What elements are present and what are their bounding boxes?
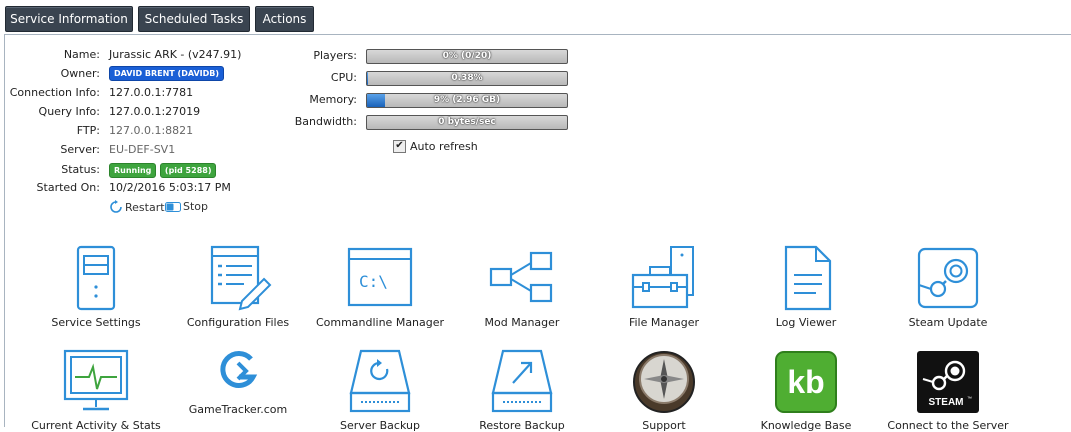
server-tower-icon xyxy=(76,245,116,311)
terminal-window-icon: C:\ xyxy=(347,247,413,307)
monitor-pulse-icon xyxy=(63,349,129,411)
kb-logo-icon: kb xyxy=(775,351,837,413)
config-file-pencil-icon xyxy=(210,245,272,311)
stop-label: Stop xyxy=(183,200,209,213)
bandwidth-meter-text: 0 bytes/sec xyxy=(438,117,496,127)
memory-meter-text: 9% (2.96 GB) xyxy=(433,95,501,105)
gametracker-logo-icon xyxy=(220,350,258,388)
tile-connect-to-server[interactable]: STEAM ™ Connect to the Server xyxy=(878,349,1018,432)
players-label: Players: xyxy=(313,49,357,62)
auto-refresh: ✔ Auto refresh xyxy=(393,140,478,153)
stop-button[interactable]: Stop xyxy=(165,200,208,213)
tile-configuration-files[interactable]: Configuration Files xyxy=(168,245,308,329)
tile-mod-manager[interactable]: Mod Manager xyxy=(452,245,592,329)
tile-label: Steam Update xyxy=(908,316,988,329)
query-info: 127.0.0.1:27019 xyxy=(109,105,201,118)
owner-value-wrap: DAVID BRENT (DAVIDB) xyxy=(109,66,225,81)
bandwidth-label: Bandwidth: xyxy=(294,115,357,128)
restart-button[interactable]: Restart xyxy=(109,200,165,214)
document-icon xyxy=(784,245,832,311)
kb-logo-text: kb xyxy=(787,364,824,400)
tile-gametracker[interactable]: GameTracker.com xyxy=(168,349,308,416)
tile-restore-backup[interactable]: Restore Backup xyxy=(452,349,592,432)
tile-current-activity-stats[interactable]: Current Activity & Stats xyxy=(26,349,166,432)
cpu-meter-text: 0.38% xyxy=(451,73,483,83)
restart-label: Restart xyxy=(125,200,165,214)
status-label: Status: xyxy=(61,163,100,176)
pid-badge: (pid 5288) xyxy=(159,163,217,178)
steam-logo-text: STEAM xyxy=(929,397,964,408)
restart-icon xyxy=(110,200,122,213)
ftp-info: 127.0.0.1:8821 xyxy=(109,124,194,137)
query-label: Query Info: xyxy=(38,105,100,118)
name-label: Name: xyxy=(63,48,100,61)
owner-label: Owner: xyxy=(60,67,100,80)
players-meter-text: 0% (0/20) xyxy=(442,51,492,61)
briefcase-files-icon xyxy=(631,246,694,309)
stop-icon xyxy=(165,201,181,212)
steam-connect-icon: STEAM ™ xyxy=(917,351,979,413)
tile-support[interactable]: Support xyxy=(594,349,734,432)
server-value: EU-DEF-SV1 xyxy=(109,143,176,156)
tile-service-settings[interactable]: Service Settings xyxy=(26,245,166,329)
status-value-wrap: Running (pid 5288) xyxy=(109,163,217,178)
tile-label: Mod Manager xyxy=(484,316,560,329)
tile-commandline-manager[interactable]: C:\ Commandline Manager xyxy=(310,245,450,329)
tile-label: Service Settings xyxy=(51,316,141,329)
tile-server-backup[interactable]: Server Backup xyxy=(310,349,450,432)
tile-log-viewer[interactable]: Log Viewer xyxy=(736,245,876,329)
server-label: Server: xyxy=(60,143,100,156)
tile-label: Configuration Files xyxy=(186,316,290,329)
cmd-prompt-text: C:\ xyxy=(359,272,388,291)
service-name: Jurassic ARK - (v247.91) xyxy=(109,48,242,61)
tile-label: Commandline Manager xyxy=(315,316,445,329)
drive-refresh-icon xyxy=(349,349,411,413)
tile-file-manager[interactable]: File Manager xyxy=(594,245,734,329)
auto-refresh-checkbox[interactable]: ✔ xyxy=(393,140,406,153)
compass-icon xyxy=(633,351,695,413)
tab-actions[interactable]: Actions xyxy=(255,6,314,32)
started-label: Started On: xyxy=(36,181,100,194)
tab-service-information[interactable]: Service Information xyxy=(5,6,133,32)
status-badge: Running xyxy=(109,163,157,178)
drive-arrow-icon xyxy=(491,349,553,413)
cpu-meter: 0.38% xyxy=(366,71,568,86)
ftp-label: FTP: xyxy=(76,124,100,137)
share-nodes-icon xyxy=(489,251,553,303)
connection-label: Connection Info: xyxy=(9,86,100,99)
bandwidth-meter: 0 bytes/sec xyxy=(366,115,568,130)
cpu-label: CPU: xyxy=(330,71,357,84)
connection-info: 127.0.0.1:7781 xyxy=(109,86,194,99)
tile-label: GameTracker.com xyxy=(188,403,288,416)
tab-scheduled-tasks[interactable]: Scheduled Tasks xyxy=(138,6,250,32)
players-meter: 0% (0/20) xyxy=(366,49,568,64)
steam-logo-icon xyxy=(917,247,979,309)
started-value: 10/2/2016 5:03:17 PM xyxy=(109,181,231,194)
tile-label: Log Viewer xyxy=(775,316,837,329)
tile-label: File Manager xyxy=(628,316,700,329)
auto-refresh-label: Auto refresh xyxy=(410,140,478,153)
memory-label: Memory: xyxy=(309,93,357,106)
memory-meter: 9% (2.96 GB) xyxy=(366,93,568,108)
steam-tm-text: ™ xyxy=(967,396,972,402)
tab-bar: Service Information Scheduled Tasks Acti… xyxy=(0,0,1071,34)
tile-steam-update[interactable]: Steam Update xyxy=(878,245,1018,329)
tile-knowledge-base[interactable]: kb Knowledge Base xyxy=(736,349,876,432)
owner-badge[interactable]: DAVID BRENT (DAVIDB) xyxy=(109,66,225,81)
